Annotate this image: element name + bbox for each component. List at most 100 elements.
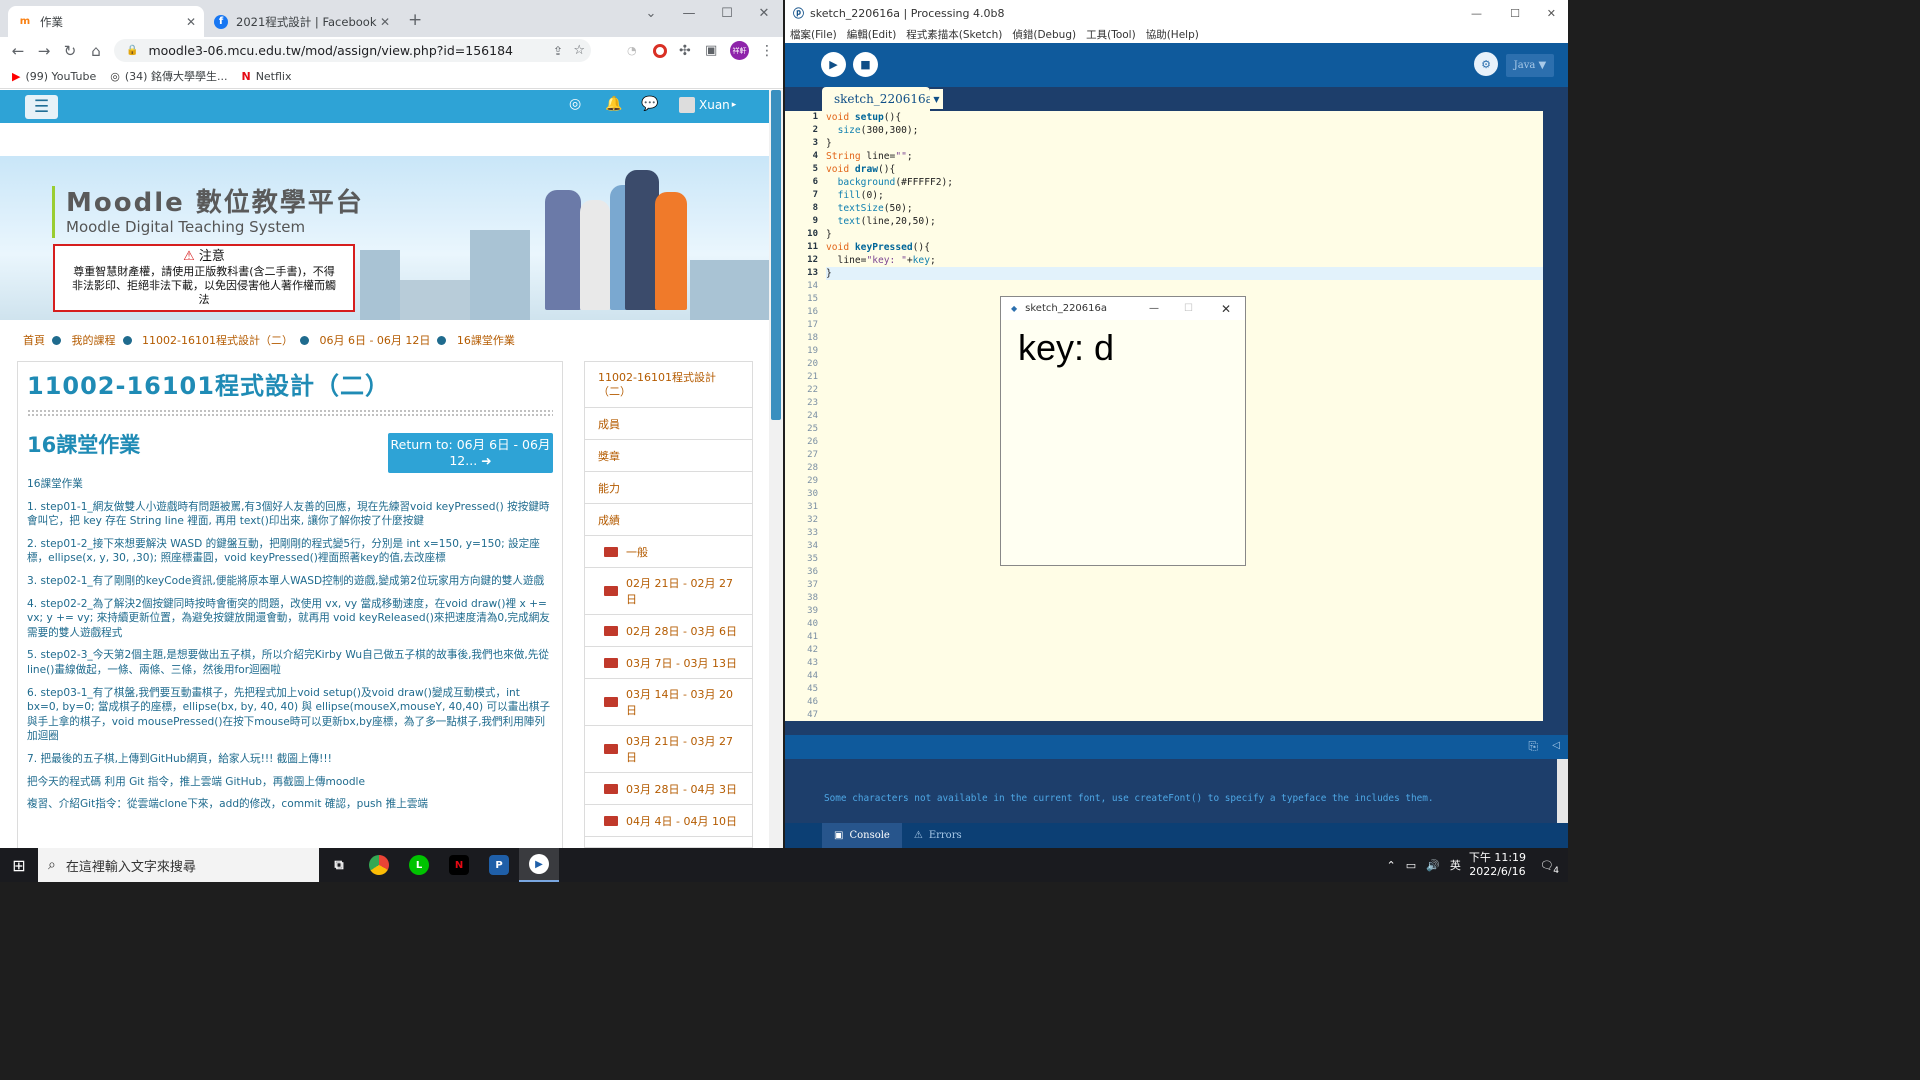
sidebar-item-week[interactable]: 02月 21日 - 02月 27日: [585, 568, 752, 615]
line-number: 33: [807, 528, 818, 538]
close-window-button[interactable]: ✕: [745, 0, 783, 26]
bookmark-youtube[interactable]: ▶ (99) YouTube: [12, 70, 96, 83]
menu-toggle-button[interactable]: ☰: [25, 95, 58, 119]
star-icon[interactable]: ☆: [573, 43, 585, 58]
sidebar-item-week[interactable]: 一般: [585, 536, 752, 568]
sidebar-item-competencies[interactable]: 能力: [585, 472, 752, 504]
code-line: background(#FFFFF2);: [837, 177, 954, 188]
editor-scrollbar[interactable]: [1543, 111, 1568, 721]
sidebar-item-grades[interactable]: 成績: [585, 504, 752, 536]
line-number: 35: [807, 554, 818, 564]
close-window-button[interactable]: ✕: [1221, 302, 1231, 316]
maximize-button[interactable]: ☐: [1510, 7, 1520, 20]
clock[interactable]: 下午 11:19 2022/6/16: [1469, 851, 1526, 879]
run-button[interactable]: ▶: [821, 52, 846, 77]
collapse-icon[interactable]: ◁: [1552, 740, 1560, 751]
tab-moodle[interactable]: m 作業 ✕: [8, 6, 204, 37]
minimize-button[interactable]: —: [670, 0, 708, 26]
close-window-button[interactable]: ✕: [1547, 7, 1556, 20]
bookmark-mcu[interactable]: ◎ (34) 銘傳大學學生...: [110, 68, 227, 84]
tab-console[interactable]: ▣ Console: [822, 823, 902, 848]
taskbar-sketch[interactable]: ▶: [519, 848, 559, 882]
taskbar-search[interactable]: ⌕ 在這裡輸入文字來搜尋: [38, 848, 319, 882]
network-icon[interactable]: ▭: [1406, 859, 1416, 872]
tab-search-icon[interactable]: ⌄: [632, 0, 670, 26]
chat-icon[interactable]: 💬: [641, 96, 658, 112]
scrollbar-thumb[interactable]: [771, 90, 781, 420]
netflix-icon: N: [449, 855, 469, 875]
sketch-window[interactable]: ◆ sketch_220616a — ☐ ✕ key: d: [1000, 296, 1246, 566]
mode-selector[interactable]: Java ▼: [1506, 54, 1554, 77]
new-tab-button[interactable]: +: [408, 10, 422, 30]
breadcrumb-item[interactable]: 我的課程: [72, 334, 116, 347]
menu-help[interactable]: 協助(Help): [1146, 27, 1199, 42]
breadcrumb-item[interactable]: 06月 6日 - 06月 12日: [319, 334, 430, 347]
forward-button[interactable]: →: [31, 39, 57, 63]
puzzle-icon[interactable]: ✣: [679, 43, 691, 59]
sidepanel-icon[interactable]: ▣: [705, 43, 717, 58]
breadcrumb-item[interactable]: 11002-16101程式設計（二）: [142, 334, 293, 347]
taskbar-line[interactable]: L: [399, 848, 439, 882]
windows-start-button[interactable]: ⊞: [0, 848, 38, 882]
more-menu-icon[interactable]: ⋮: [760, 43, 774, 59]
debugger-icon[interactable]: ⚙: [1474, 52, 1498, 76]
sidebar-item-week[interactable]: 03月 28日 - 04月 3日: [585, 773, 752, 805]
bell-icon[interactable]: 🔔: [605, 96, 622, 112]
volume-icon[interactable]: 🔊: [1426, 859, 1440, 872]
page-scrollbar[interactable]: [769, 90, 783, 848]
extension-icon[interactable]: ◔: [627, 44, 637, 57]
tab-errors[interactable]: ⚠ Errors: [902, 823, 974, 848]
task-view-button[interactable]: ⧉: [319, 848, 359, 882]
sidebar-item-members[interactable]: 成員: [585, 408, 752, 440]
taskbar-netflix[interactable]: N: [439, 848, 479, 882]
menu-file[interactable]: 檔案(File): [790, 27, 837, 42]
taskbar-processing[interactable]: P: [479, 848, 519, 882]
back-button[interactable]: ←: [5, 39, 31, 63]
sketch-tab[interactable]: sketch_220616a: [822, 87, 933, 111]
share-icon[interactable]: ⇪: [553, 44, 563, 58]
maximize-button[interactable]: ☐: [708, 0, 746, 26]
stop-button[interactable]: ■: [853, 52, 878, 77]
console-scrollbar[interactable]: [1557, 759, 1568, 823]
sidebar-item-week[interactable]: 04月 4日 - 04月 10日: [585, 805, 752, 837]
sketch-canvas[interactable]: key: d: [1001, 320, 1245, 565]
tab-menu-icon[interactable]: ▼: [930, 89, 943, 109]
profile-avatar[interactable]: 祥軒: [730, 41, 749, 60]
minimize-button[interactable]: —: [1471, 7, 1482, 20]
close-icon[interactable]: ✕: [380, 15, 390, 29]
target-icon[interactable]: ◎: [569, 96, 581, 112]
maximize-button[interactable]: ☐: [1184, 303, 1193, 314]
adblock-icon[interactable]: [653, 43, 667, 58]
notification-icon[interactable]: 🗨 4: [1540, 859, 1560, 876]
breadcrumb-item[interactable]: 首頁: [23, 334, 45, 347]
line-number: 46: [807, 697, 818, 707]
sidebar-item-course[interactable]: 11002-16101程式設計（二）: [585, 362, 752, 408]
chevron-right-icon: [299, 336, 309, 345]
sidebar-item-week[interactable]: 03月 7日 - 03月 13日: [585, 647, 752, 679]
student-figure: [580, 200, 610, 310]
breadcrumb-item[interactable]: 16課堂作業: [457, 334, 515, 347]
sidebar-item-week[interactable]: 03月 14日 - 03月 20日: [585, 679, 752, 726]
close-icon[interactable]: ✕: [186, 15, 196, 29]
menu-sketch[interactable]: 程式素描本(Sketch): [906, 27, 1002, 42]
user-menu[interactable]: Xuan ▸: [679, 97, 736, 113]
reload-button[interactable]: ↻: [57, 39, 83, 63]
menu-debug[interactable]: 偵錯(Debug): [1012, 27, 1076, 42]
menu-edit[interactable]: 編輯(Edit): [847, 27, 897, 42]
chevron-up-icon[interactable]: ⌃: [1387, 859, 1396, 872]
code-area[interactable]: void setup(){ size(300,300);} String line…: [826, 111, 1543, 280]
taskbar-chrome[interactable]: [359, 848, 399, 882]
address-bar[interactable]: 🔒 moodle3-06.mcu.edu.tw/mod/assign/view.…: [114, 39, 591, 62]
tab-facebook[interactable]: f 2021程式設計 | Facebook ✕: [204, 6, 398, 37]
sidebar-item-week[interactable]: 03月 21日 - 03月 27日: [585, 726, 752, 773]
menu-tool[interactable]: 工具(Tool): [1086, 27, 1136, 42]
copy-icon[interactable]: ⎘: [1528, 739, 1538, 754]
week-label: 一般: [626, 545, 648, 559]
return-button[interactable]: Return to: 06月 6日 - 06月 12... ➜: [388, 433, 553, 473]
sidebar-item-week[interactable]: 02月 28日 - 03月 6日: [585, 615, 752, 647]
ime-indicator[interactable]: 英: [1450, 857, 1461, 873]
home-button[interactable]: ⌂: [83, 39, 109, 63]
minimize-button[interactable]: —: [1149, 303, 1159, 314]
bookmark-netflix[interactable]: N Netflix: [241, 70, 291, 83]
sidebar-item-badges[interactable]: 獎章: [585, 440, 752, 472]
